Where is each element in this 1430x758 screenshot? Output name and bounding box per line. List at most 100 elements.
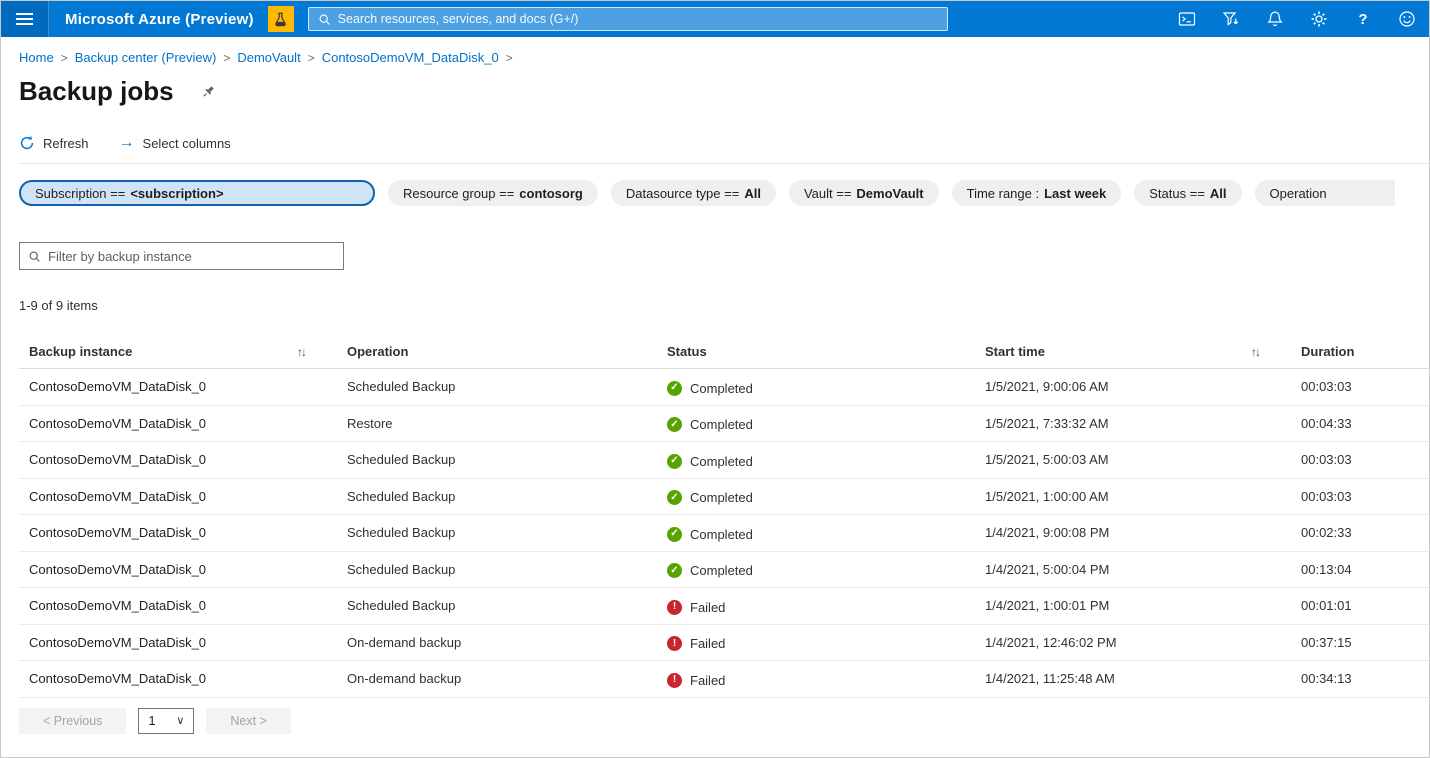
cell-backup-instance: ContosoDemoVM_DataDisk_0 bbox=[19, 551, 337, 588]
filter-pill[interactable]: Status ==All bbox=[1134, 180, 1241, 206]
filter-name: Status == bbox=[1149, 186, 1205, 201]
cell-start-time: 1/4/2021, 1:00:01 PM bbox=[975, 588, 1291, 625]
filter-pill[interactable]: Vault ==DemoVault bbox=[789, 180, 939, 206]
filter-pill[interactable]: Resource group ==contosorg bbox=[388, 180, 598, 206]
select-columns-button[interactable]: → Select columns bbox=[119, 135, 231, 151]
instance-filter-input[interactable] bbox=[48, 249, 335, 264]
table-row[interactable]: ContosoDemoVM_DataDisk_0Scheduled Backup… bbox=[19, 442, 1429, 479]
completed-icon: ✓ bbox=[667, 381, 682, 396]
sort-icon[interactable]: ↑↓ bbox=[1251, 345, 1259, 359]
completed-icon: ✓ bbox=[667, 454, 682, 469]
completed-icon: ✓ bbox=[667, 563, 682, 578]
cell-start-time: 1/4/2021, 5:00:04 PM bbox=[975, 551, 1291, 588]
filter-pill[interactable]: Subscription ==<subscription> bbox=[19, 180, 375, 206]
cell-operation: Scheduled Backup bbox=[337, 369, 657, 406]
preview-flask-button[interactable] bbox=[268, 6, 294, 32]
cloud-shell-icon bbox=[1178, 10, 1196, 28]
bell-icon bbox=[1266, 10, 1284, 28]
column-label: Start time bbox=[985, 344, 1045, 359]
breadcrumb-link[interactable]: ContosoDemoVM_DataDisk_0 bbox=[322, 50, 499, 65]
gear-icon bbox=[1310, 10, 1328, 28]
page-title-row: Backup jobs bbox=[19, 76, 1429, 107]
cell-duration: 00:02:33 bbox=[1291, 515, 1429, 552]
current-page: 1 bbox=[148, 713, 155, 728]
search-icon bbox=[318, 13, 331, 26]
hamburger-icon bbox=[16, 13, 33, 15]
cell-duration: 00:13:04 bbox=[1291, 551, 1429, 588]
backup-jobs-table: Backup instance↑↓OperationStatusStart ti… bbox=[19, 335, 1429, 698]
portal-title[interactable]: Microsoft Azure (Preview) bbox=[65, 11, 254, 28]
filter-name: Vault == bbox=[804, 186, 851, 201]
table-row[interactable]: ContosoDemoVM_DataDisk_0On-demand backup… bbox=[19, 624, 1429, 661]
filter-name: Time range : bbox=[967, 186, 1040, 201]
failed-icon: ! bbox=[667, 600, 682, 615]
filter-pill[interactable]: Operation bbox=[1255, 180, 1395, 206]
cell-status: ✓ Completed bbox=[657, 478, 975, 515]
cell-duration: 00:34:13 bbox=[1291, 661, 1429, 698]
status-label: Completed bbox=[690, 490, 753, 505]
column-label: Operation bbox=[347, 344, 408, 359]
table-header-row: Backup instance↑↓OperationStatusStart ti… bbox=[19, 335, 1429, 369]
table-row[interactable]: ContosoDemoVM_DataDisk_0Restore✓Complete… bbox=[19, 405, 1429, 442]
settings-button[interactable] bbox=[1297, 1, 1341, 37]
help-button[interactable]: ? bbox=[1341, 1, 1385, 37]
filter-pill[interactable]: Datasource type ==All bbox=[611, 180, 776, 206]
breadcrumb-separator-icon: > bbox=[506, 51, 513, 65]
breadcrumb-link[interactable]: DemoVault bbox=[237, 50, 300, 65]
column-header[interactable]: Backup instance ↑↓ bbox=[19, 335, 337, 369]
table-row[interactable]: ContosoDemoVM_DataDisk_0Scheduled Backup… bbox=[19, 369, 1429, 406]
search-icon bbox=[28, 250, 41, 263]
pin-icon bbox=[200, 84, 216, 100]
notifications-button[interactable] bbox=[1253, 1, 1297, 37]
completed-icon: ✓ bbox=[667, 490, 682, 505]
smiley-icon bbox=[1398, 10, 1416, 28]
column-header[interactable]: Start time ↑↓ bbox=[975, 335, 1291, 369]
cloud-shell-button[interactable] bbox=[1165, 1, 1209, 37]
cell-status: ✓Completed bbox=[657, 369, 975, 406]
cell-operation: Scheduled Backup bbox=[337, 478, 657, 515]
table-body: ContosoDemoVM_DataDisk_0Scheduled Backup… bbox=[19, 369, 1429, 698]
cell-operation: Scheduled Backup bbox=[337, 551, 657, 588]
global-search-input[interactable] bbox=[338, 12, 938, 26]
select-columns-icon: → bbox=[119, 135, 135, 151]
cell-backup-instance: ContosoDemoVM_DataDisk_0 bbox=[19, 624, 337, 661]
page-select[interactable]: 1 ∨ bbox=[138, 708, 194, 734]
column-header[interactable]: Operation bbox=[337, 335, 657, 369]
cell-start-time: 1/5/2021, 9:00:06 AM bbox=[975, 369, 1291, 406]
table-row[interactable]: ContosoDemoVM_DataDisk_0On-demand backup… bbox=[19, 661, 1429, 698]
pin-button[interactable] bbox=[200, 84, 216, 100]
directory-filter-button[interactable] bbox=[1209, 1, 1253, 37]
table-row[interactable]: ContosoDemoVM_DataDisk_0Scheduled Backup… bbox=[19, 478, 1429, 515]
table-row[interactable]: ContosoDemoVM_DataDisk_0Scheduled Backup… bbox=[19, 515, 1429, 552]
instance-filter[interactable] bbox=[19, 242, 344, 270]
cell-duration: 00:37:15 bbox=[1291, 624, 1429, 661]
cell-status: ✓Completed bbox=[657, 442, 975, 479]
column-label: Backup instance bbox=[29, 344, 132, 359]
cell-backup-instance: ContosoDemoVM_DataDisk_0 bbox=[19, 661, 337, 698]
feedback-button[interactable] bbox=[1385, 1, 1429, 37]
breadcrumb-link[interactable]: Home bbox=[19, 50, 54, 65]
menu-button[interactable] bbox=[1, 1, 49, 37]
completed-icon: ✓ bbox=[667, 527, 682, 542]
next-page-button[interactable]: Next > bbox=[206, 708, 290, 734]
filter-name: Resource group == bbox=[403, 186, 514, 201]
table-row[interactable]: ContosoDemoVM_DataDisk_0Scheduled Backup… bbox=[19, 551, 1429, 588]
filter-pill[interactable]: Time range :Last week bbox=[952, 180, 1122, 206]
column-label: Duration bbox=[1301, 344, 1354, 359]
previous-page-button[interactable]: < Previous bbox=[19, 708, 126, 734]
column-header[interactable]: Status bbox=[657, 335, 975, 369]
global-search[interactable] bbox=[308, 7, 948, 31]
cell-start-time: 1/4/2021, 9:00:08 PM bbox=[975, 515, 1291, 552]
command-bar: Refresh → Select columns bbox=[19, 135, 1429, 164]
cell-status: !Failed bbox=[657, 661, 975, 698]
cell-duration: 00:04:33 bbox=[1291, 405, 1429, 442]
cell-backup-instance: ContosoDemoVM_DataDisk_0 bbox=[19, 515, 337, 552]
sort-icon[interactable]: ↑↓ bbox=[297, 345, 305, 359]
refresh-button[interactable]: Refresh bbox=[19, 135, 89, 151]
failed-icon: ! bbox=[667, 636, 682, 651]
breadcrumb-link[interactable]: Backup center (Preview) bbox=[75, 50, 217, 65]
flask-icon bbox=[273, 12, 288, 27]
status-label: Failed bbox=[690, 636, 725, 651]
table-row[interactable]: ContosoDemoVM_DataDisk_0Scheduled Backup… bbox=[19, 588, 1429, 625]
column-header[interactable]: Duration bbox=[1291, 335, 1429, 369]
